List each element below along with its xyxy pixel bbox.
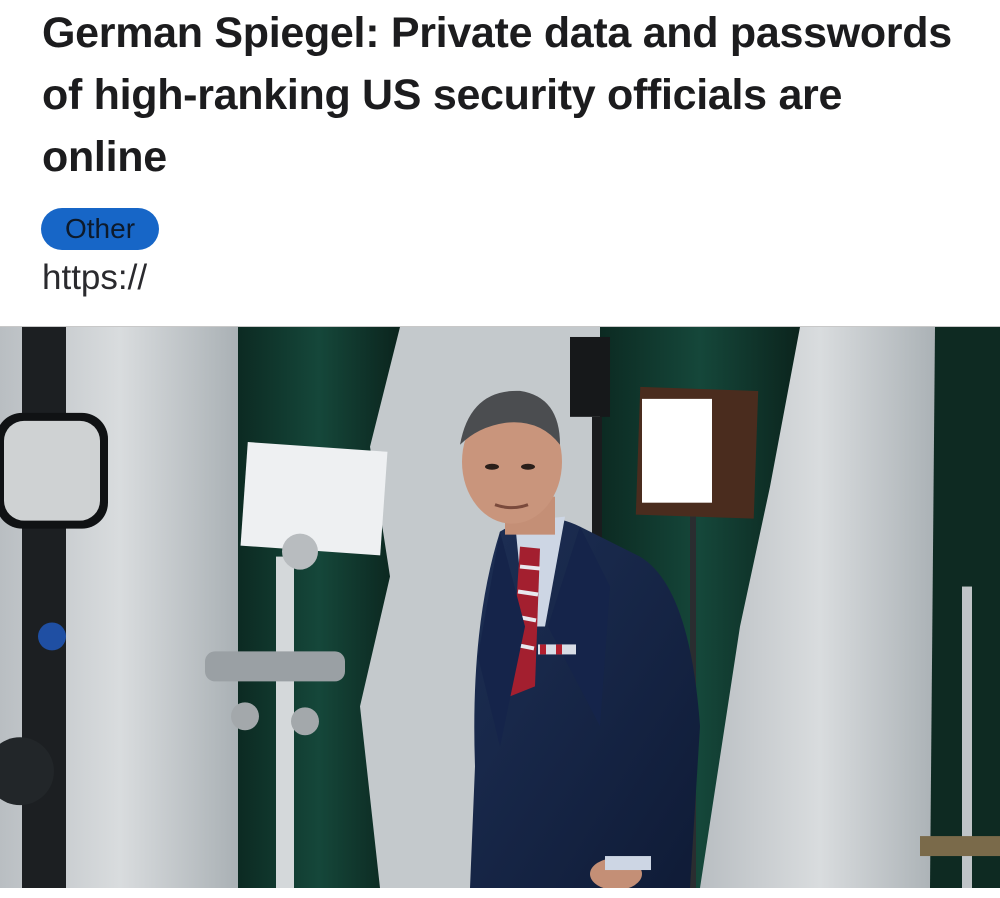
bottom-spacer [0, 888, 1000, 898]
article-hero-image[interactable] [0, 326, 1000, 888]
article-title: German Spiegel: Private data and passwor… [42, 9, 952, 181]
article-link[interactable]: https:// [42, 258, 147, 298]
category-badge[interactable]: Other [41, 208, 159, 250]
